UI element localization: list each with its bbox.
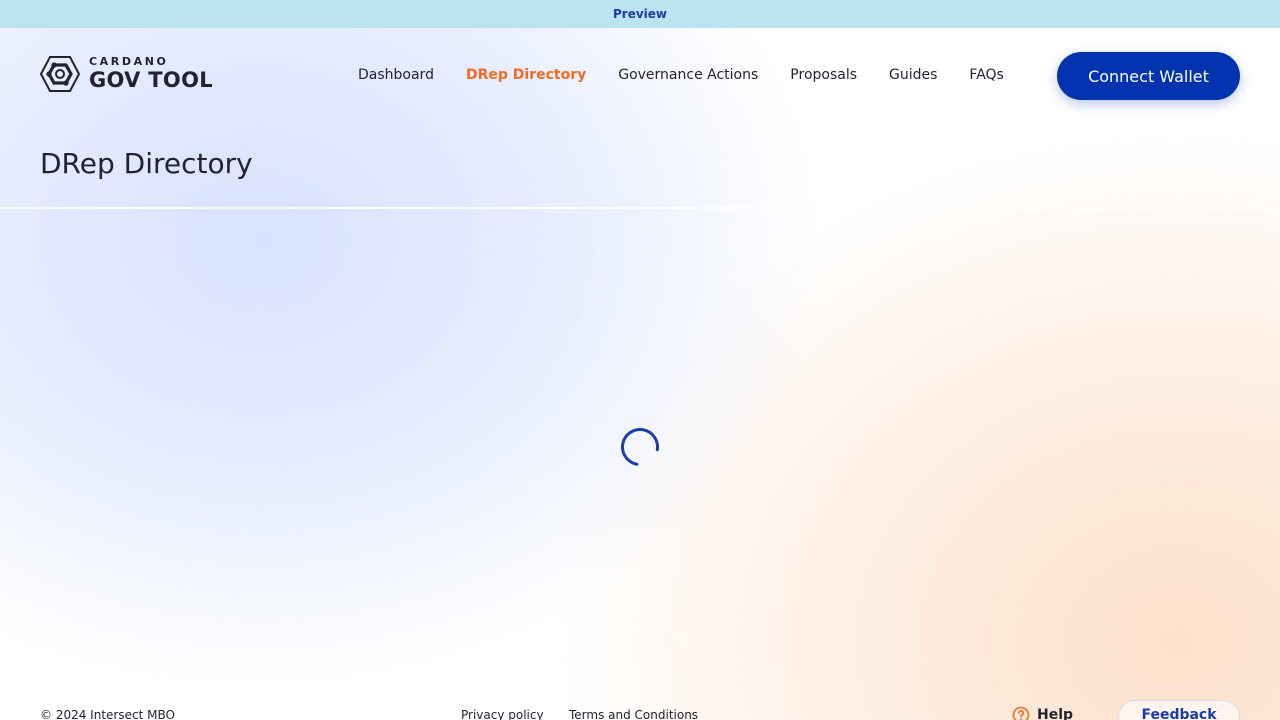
preview-label: Preview bbox=[612, 7, 667, 21]
main-nav: Dashboard DRep Directory Governance Acti… bbox=[358, 64, 1036, 86]
nav-faqs[interactable]: FAQs bbox=[969, 67, 1003, 83]
privacy-policy-link[interactable]: Privacy policy bbox=[461, 708, 544, 720]
logo[interactable]: CARDANO GOV TOOL bbox=[40, 55, 220, 93]
header: CARDANO GOV TOOL Dashboard DRep Director… bbox=[0, 28, 1280, 122]
header-divider bbox=[0, 207, 1280, 209]
terms-link[interactable]: Terms and Conditions bbox=[569, 708, 698, 720]
nav-drep-directory[interactable]: DRep Directory bbox=[466, 67, 586, 83]
copyright-text: © 2024 Intersect MBO bbox=[40, 708, 175, 720]
preview-banner: Preview bbox=[0, 0, 1280, 28]
logo-text: CARDANO GOV TOOL bbox=[89, 55, 213, 93]
feedback-button[interactable]: Feedback bbox=[1118, 700, 1240, 720]
nav-dashboard[interactable]: Dashboard bbox=[358, 67, 434, 83]
logo-big-text: GOV TOOL bbox=[89, 68, 213, 92]
footer: © 2024 Intersect MBO Privacy policy Term… bbox=[0, 700, 1280, 720]
hexagon-logo-icon bbox=[40, 56, 80, 92]
feedback-label: Feedback bbox=[1141, 707, 1217, 720]
connect-wallet-button[interactable]: Connect Wallet bbox=[1057, 52, 1240, 100]
nav-governance-actions[interactable]: Governance Actions bbox=[618, 67, 758, 83]
logo-small-text: CARDANO bbox=[89, 55, 169, 68]
question-circle-icon bbox=[1012, 706, 1030, 720]
help-label: Help bbox=[1037, 707, 1074, 720]
loading-spinner-icon bbox=[621, 428, 659, 466]
nav-proposals[interactable]: Proposals bbox=[790, 67, 857, 83]
help-button[interactable]: Help bbox=[1012, 706, 1073, 720]
page-title: DRep Directory bbox=[40, 147, 253, 180]
nav-guides[interactable]: Guides bbox=[889, 67, 937, 83]
